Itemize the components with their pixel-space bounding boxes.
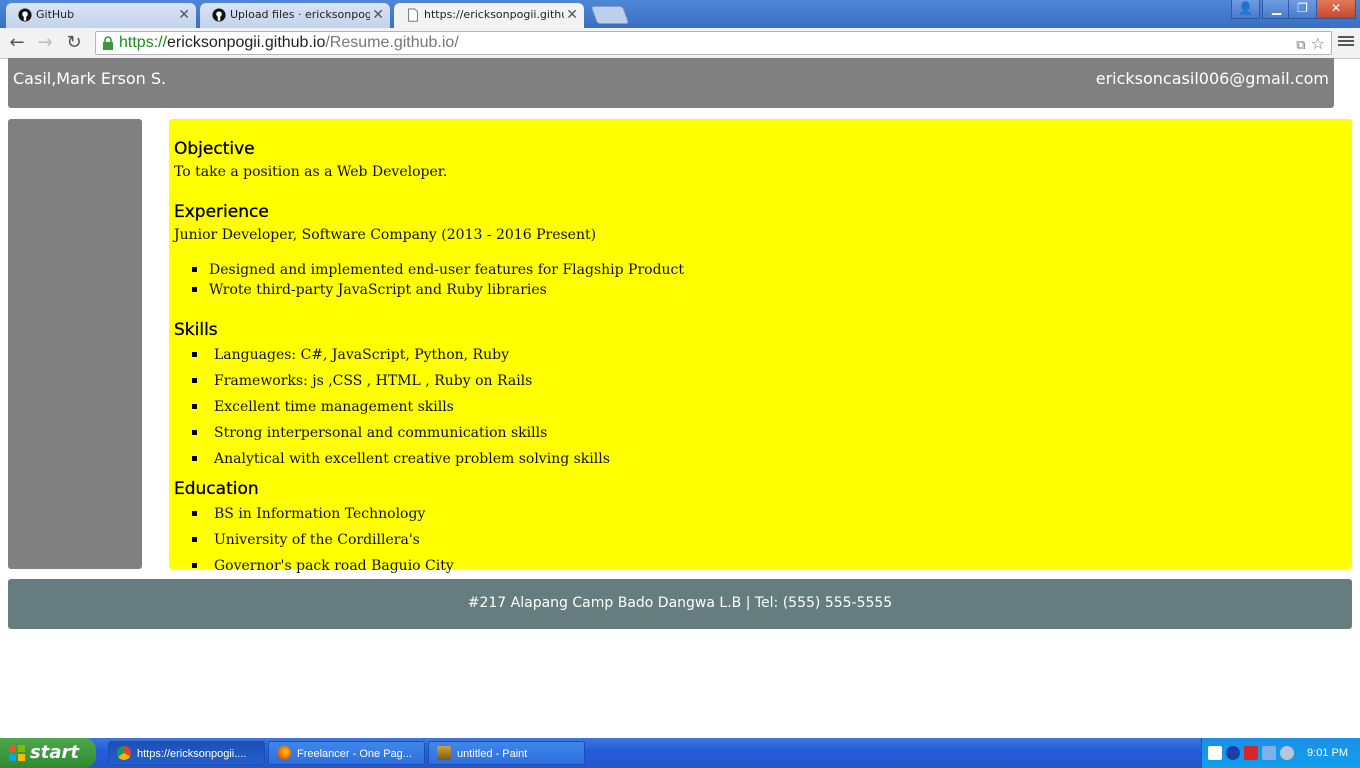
collapse-tray-icon[interactable]	[1226, 746, 1240, 760]
skill-item: Frameworks: js ,CSS , HTML , Ruby on Rai…	[214, 373, 533, 389]
skill-item: Analytical with excellent creative probl…	[214, 451, 610, 467]
tab-github[interactable]: GitHub ✕	[6, 3, 196, 28]
experience-heading: Experience	[174, 202, 269, 222]
bullet-icon	[192, 456, 197, 461]
resume-main-content: Objective To take a position as a Web De…	[169, 119, 1352, 574]
minimize-button[interactable]: ▁	[1262, 0, 1291, 19]
bullet-icon	[192, 287, 197, 292]
resume-header: Casil,Mark Erson S. ericksoncasil006@gma…	[8, 58, 1334, 108]
firefox-icon	[277, 746, 291, 760]
clock: 9:01 PM	[1307, 747, 1348, 759]
tab-upload-files[interactable]: Upload files · ericksonpogii/C ✕	[200, 3, 390, 28]
bullet-icon	[192, 537, 197, 542]
task-label: untitled - Paint	[457, 748, 528, 760]
education-item: BS in Information Technology	[214, 506, 426, 522]
back-arrow-icon[interactable]: ←	[6, 32, 28, 54]
paint-icon	[437, 746, 451, 760]
github-icon	[212, 8, 226, 22]
restore-button[interactable]: ❐	[1288, 0, 1317, 19]
windows-taskbar: start https://ericksonpogii.... Freelanc…	[0, 738, 1360, 768]
task-label: Freelancer - One Pag...	[297, 748, 412, 760]
resume-email: ericksoncasil006@gmail.com	[1095, 69, 1329, 88]
tab-label: GitHub	[36, 8, 75, 21]
tab-resume-active[interactable]: https://ericksonpogii.github.i ✕	[394, 3, 584, 28]
antivirus-icon[interactable]	[1244, 746, 1258, 760]
education-item: University of the Cordillera's	[214, 532, 420, 548]
chrome-icon	[117, 746, 131, 760]
volume-icon[interactable]	[1280, 746, 1294, 760]
new-tab-button[interactable]	[590, 6, 630, 24]
taskbar-item-paint[interactable]: untitled - Paint	[428, 741, 585, 765]
experience-position: Junior Developer, Software Company (2013…	[174, 227, 597, 243]
resume-footer: #217 Alapang Camp Bado Dangwa L.B | Tel:…	[8, 579, 1352, 629]
url-path: /Resume.github.io/	[325, 34, 459, 51]
objective-heading: Objective	[174, 139, 255, 159]
bullet-icon	[192, 511, 197, 516]
start-label: start	[30, 742, 79, 763]
sidebar-panel	[8, 119, 142, 569]
close-tab-icon[interactable]: ✕	[566, 3, 578, 27]
experience-item: Designed and implemented end-user featur…	[209, 262, 685, 278]
network-icon[interactable]	[1262, 746, 1276, 760]
url-host: ericksonpogii.github.io	[167, 34, 326, 51]
address-bar[interactable]: https://ericksonpogii.github.io/Resume.g…	[95, 31, 1332, 55]
bullet-icon	[192, 352, 197, 357]
system-tray: 9:01 PM	[1201, 738, 1360, 768]
skill-item: Languages: C#, JavaScript, Python, Ruby	[214, 347, 509, 363]
lock-icon	[103, 36, 113, 50]
url-text: https://ericksonpogii.github.io/Resume.g…	[119, 32, 459, 54]
omnibox-actions: ⧉ ☆	[1296, 34, 1325, 53]
bullet-icon	[192, 430, 197, 435]
objective-text: To take a position as a Web Developer.	[174, 164, 448, 180]
education-heading: Education	[174, 479, 259, 499]
education-item: Governor's pack road Baguio City	[214, 558, 454, 574]
taskbar-item-chrome[interactable]: https://ericksonpogii....	[108, 741, 265, 765]
windows-flag-icon	[9, 745, 25, 761]
bookmark-star-icon[interactable]: ☆	[1311, 34, 1325, 53]
url-scheme: https://	[119, 34, 168, 51]
help-icon[interactable]	[1208, 746, 1222, 760]
bullet-icon	[192, 267, 197, 272]
bullet-icon	[192, 563, 197, 568]
task-label: https://ericksonpogii....	[137, 748, 247, 760]
user-profile-icon[interactable]: 👤	[1231, 0, 1260, 19]
translate-icon[interactable]: ⧉	[1296, 38, 1305, 53]
page-icon	[408, 8, 418, 22]
taskbar-item-firefox[interactable]: Freelancer - One Pag...	[268, 741, 425, 765]
tab-label: https://ericksonpogii.github.i	[424, 8, 564, 21]
skills-heading: Skills	[174, 320, 218, 340]
bullet-icon	[192, 404, 197, 409]
close-tab-icon[interactable]: ✕	[178, 3, 190, 27]
close-window-button[interactable]: ✕	[1316, 0, 1356, 19]
tab-label: Upload files · ericksonpogii/C	[230, 8, 370, 21]
experience-item: Wrote third-party JavaScript and Ruby li…	[209, 282, 547, 298]
menu-icon[interactable]	[1338, 34, 1354, 50]
start-button[interactable]: start	[0, 738, 96, 768]
skill-item: Excellent time management skills	[214, 399, 454, 415]
github-icon	[18, 8, 32, 22]
close-tab-icon[interactable]: ✕	[372, 3, 384, 27]
reload-icon[interactable]: ↻	[63, 32, 85, 54]
browser-tab-strip: GitHub ✕ Upload files · ericksonpogii/C …	[0, 0, 1360, 28]
forward-arrow-icon[interactable]: →	[34, 32, 56, 54]
bullet-icon	[192, 378, 197, 383]
skill-item: Strong interpersonal and communication s…	[214, 425, 548, 441]
resume-name: Casil,Mark Erson S.	[13, 69, 167, 88]
browser-toolbar: ← → ↻ https://ericksonpogii.github.io/Re…	[0, 28, 1360, 59]
